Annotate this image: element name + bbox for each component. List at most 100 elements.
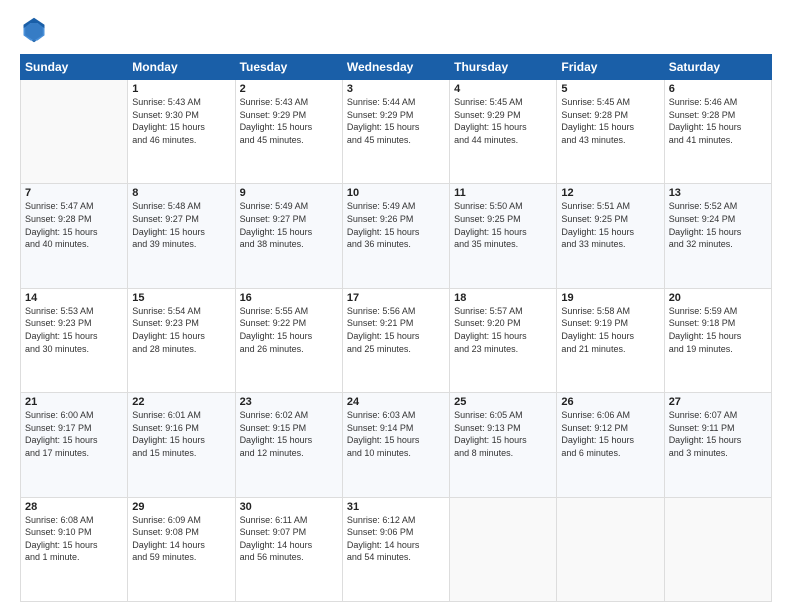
cell-info: Sunrise: 6:09 AM Sunset: 9:08 PM Dayligh… [132, 514, 230, 564]
weekday-header-sunday: Sunday [21, 55, 128, 80]
calendar-cell [557, 497, 664, 601]
calendar-cell: 1Sunrise: 5:43 AM Sunset: 9:30 PM Daylig… [128, 80, 235, 184]
day-number: 3 [347, 83, 445, 95]
calendar-cell: 27Sunrise: 6:07 AM Sunset: 9:11 PM Dayli… [664, 393, 771, 497]
cell-info: Sunrise: 5:46 AM Sunset: 9:28 PM Dayligh… [669, 96, 767, 146]
cell-info: Sunrise: 5:49 AM Sunset: 9:26 PM Dayligh… [347, 200, 445, 250]
cell-info: Sunrise: 5:57 AM Sunset: 9:20 PM Dayligh… [454, 305, 552, 355]
day-number: 23 [240, 396, 338, 408]
day-number: 4 [454, 83, 552, 95]
weekday-header-wednesday: Wednesday [342, 55, 449, 80]
day-number: 14 [25, 292, 123, 304]
calendar-cell: 23Sunrise: 6:02 AM Sunset: 9:15 PM Dayli… [235, 393, 342, 497]
day-number: 10 [347, 187, 445, 199]
calendar-cell: 2Sunrise: 5:43 AM Sunset: 9:29 PM Daylig… [235, 80, 342, 184]
calendar-cell [664, 497, 771, 601]
cell-info: Sunrise: 6:02 AM Sunset: 9:15 PM Dayligh… [240, 409, 338, 459]
day-number: 19 [561, 292, 659, 304]
day-number: 29 [132, 501, 230, 513]
cell-info: Sunrise: 5:53 AM Sunset: 9:23 PM Dayligh… [25, 305, 123, 355]
day-number: 24 [347, 396, 445, 408]
calendar-cell: 15Sunrise: 5:54 AM Sunset: 9:23 PM Dayli… [128, 288, 235, 392]
day-number: 8 [132, 187, 230, 199]
day-number: 20 [669, 292, 767, 304]
calendar-cell: 7Sunrise: 5:47 AM Sunset: 9:28 PM Daylig… [21, 184, 128, 288]
day-number: 12 [561, 187, 659, 199]
calendar-cell: 13Sunrise: 5:52 AM Sunset: 9:24 PM Dayli… [664, 184, 771, 288]
calendar-table: SundayMondayTuesdayWednesdayThursdayFrid… [20, 54, 772, 602]
calendar-cell: 19Sunrise: 5:58 AM Sunset: 9:19 PM Dayli… [557, 288, 664, 392]
cell-info: Sunrise: 5:58 AM Sunset: 9:19 PM Dayligh… [561, 305, 659, 355]
calendar-cell [21, 80, 128, 184]
cell-info: Sunrise: 6:05 AM Sunset: 9:13 PM Dayligh… [454, 409, 552, 459]
day-number: 30 [240, 501, 338, 513]
calendar-cell: 14Sunrise: 5:53 AM Sunset: 9:23 PM Dayli… [21, 288, 128, 392]
calendar-week-row: 14Sunrise: 5:53 AM Sunset: 9:23 PM Dayli… [21, 288, 772, 392]
day-number: 5 [561, 83, 659, 95]
weekday-header-thursday: Thursday [450, 55, 557, 80]
day-number: 13 [669, 187, 767, 199]
day-number: 31 [347, 501, 445, 513]
calendar-week-row: 1Sunrise: 5:43 AM Sunset: 9:30 PM Daylig… [21, 80, 772, 184]
day-number: 2 [240, 83, 338, 95]
day-number: 17 [347, 292, 445, 304]
calendar-cell: 17Sunrise: 5:56 AM Sunset: 9:21 PM Dayli… [342, 288, 449, 392]
calendar-cell: 16Sunrise: 5:55 AM Sunset: 9:22 PM Dayli… [235, 288, 342, 392]
calendar-cell: 12Sunrise: 5:51 AM Sunset: 9:25 PM Dayli… [557, 184, 664, 288]
cell-info: Sunrise: 6:12 AM Sunset: 9:06 PM Dayligh… [347, 514, 445, 564]
day-number: 7 [25, 187, 123, 199]
cell-info: Sunrise: 6:07 AM Sunset: 9:11 PM Dayligh… [669, 409, 767, 459]
day-number: 18 [454, 292, 552, 304]
weekday-header-tuesday: Tuesday [235, 55, 342, 80]
cell-info: Sunrise: 5:43 AM Sunset: 9:29 PM Dayligh… [240, 96, 338, 146]
calendar-week-row: 28Sunrise: 6:08 AM Sunset: 9:10 PM Dayli… [21, 497, 772, 601]
calendar-cell: 25Sunrise: 6:05 AM Sunset: 9:13 PM Dayli… [450, 393, 557, 497]
day-number: 6 [669, 83, 767, 95]
calendar-week-row: 7Sunrise: 5:47 AM Sunset: 9:28 PM Daylig… [21, 184, 772, 288]
cell-info: Sunrise: 6:08 AM Sunset: 9:10 PM Dayligh… [25, 514, 123, 564]
day-number: 21 [25, 396, 123, 408]
day-number: 25 [454, 396, 552, 408]
cell-info: Sunrise: 5:52 AM Sunset: 9:24 PM Dayligh… [669, 200, 767, 250]
cell-info: Sunrise: 5:45 AM Sunset: 9:28 PM Dayligh… [561, 96, 659, 146]
day-number: 26 [561, 396, 659, 408]
day-number: 15 [132, 292, 230, 304]
cell-info: Sunrise: 6:00 AM Sunset: 9:17 PM Dayligh… [25, 409, 123, 459]
calendar-cell: 26Sunrise: 6:06 AM Sunset: 9:12 PM Dayli… [557, 393, 664, 497]
calendar-cell: 3Sunrise: 5:44 AM Sunset: 9:29 PM Daylig… [342, 80, 449, 184]
cell-info: Sunrise: 5:49 AM Sunset: 9:27 PM Dayligh… [240, 200, 338, 250]
calendar-cell: 20Sunrise: 5:59 AM Sunset: 9:18 PM Dayli… [664, 288, 771, 392]
weekday-header-monday: Monday [128, 55, 235, 80]
cell-info: Sunrise: 5:56 AM Sunset: 9:21 PM Dayligh… [347, 305, 445, 355]
cell-info: Sunrise: 5:54 AM Sunset: 9:23 PM Dayligh… [132, 305, 230, 355]
cell-info: Sunrise: 6:01 AM Sunset: 9:16 PM Dayligh… [132, 409, 230, 459]
calendar-cell: 11Sunrise: 5:50 AM Sunset: 9:25 PM Dayli… [450, 184, 557, 288]
calendar-cell: 30Sunrise: 6:11 AM Sunset: 9:07 PM Dayli… [235, 497, 342, 601]
cell-info: Sunrise: 6:06 AM Sunset: 9:12 PM Dayligh… [561, 409, 659, 459]
calendar-cell: 29Sunrise: 6:09 AM Sunset: 9:08 PM Dayli… [128, 497, 235, 601]
weekday-header-friday: Friday [557, 55, 664, 80]
weekday-header-row: SundayMondayTuesdayWednesdayThursdayFrid… [21, 55, 772, 80]
cell-info: Sunrise: 6:11 AM Sunset: 9:07 PM Dayligh… [240, 514, 338, 564]
cell-info: Sunrise: 5:45 AM Sunset: 9:29 PM Dayligh… [454, 96, 552, 146]
cell-info: Sunrise: 5:44 AM Sunset: 9:29 PM Dayligh… [347, 96, 445, 146]
day-number: 27 [669, 396, 767, 408]
day-number: 28 [25, 501, 123, 513]
day-number: 9 [240, 187, 338, 199]
cell-info: Sunrise: 5:59 AM Sunset: 9:18 PM Dayligh… [669, 305, 767, 355]
cell-info: Sunrise: 5:47 AM Sunset: 9:28 PM Dayligh… [25, 200, 123, 250]
calendar-cell: 28Sunrise: 6:08 AM Sunset: 9:10 PM Dayli… [21, 497, 128, 601]
calendar-cell: 31Sunrise: 6:12 AM Sunset: 9:06 PM Dayli… [342, 497, 449, 601]
calendar-cell: 6Sunrise: 5:46 AM Sunset: 9:28 PM Daylig… [664, 80, 771, 184]
cell-info: Sunrise: 6:03 AM Sunset: 9:14 PM Dayligh… [347, 409, 445, 459]
page: SundayMondayTuesdayWednesdayThursdayFrid… [0, 0, 792, 612]
cell-info: Sunrise: 5:50 AM Sunset: 9:25 PM Dayligh… [454, 200, 552, 250]
calendar-cell: 10Sunrise: 5:49 AM Sunset: 9:26 PM Dayli… [342, 184, 449, 288]
day-number: 22 [132, 396, 230, 408]
calendar-cell: 18Sunrise: 5:57 AM Sunset: 9:20 PM Dayli… [450, 288, 557, 392]
logo-icon [20, 16, 48, 44]
calendar-week-row: 21Sunrise: 6:00 AM Sunset: 9:17 PM Dayli… [21, 393, 772, 497]
calendar-cell: 4Sunrise: 5:45 AM Sunset: 9:29 PM Daylig… [450, 80, 557, 184]
day-number: 1 [132, 83, 230, 95]
logo [20, 16, 52, 44]
